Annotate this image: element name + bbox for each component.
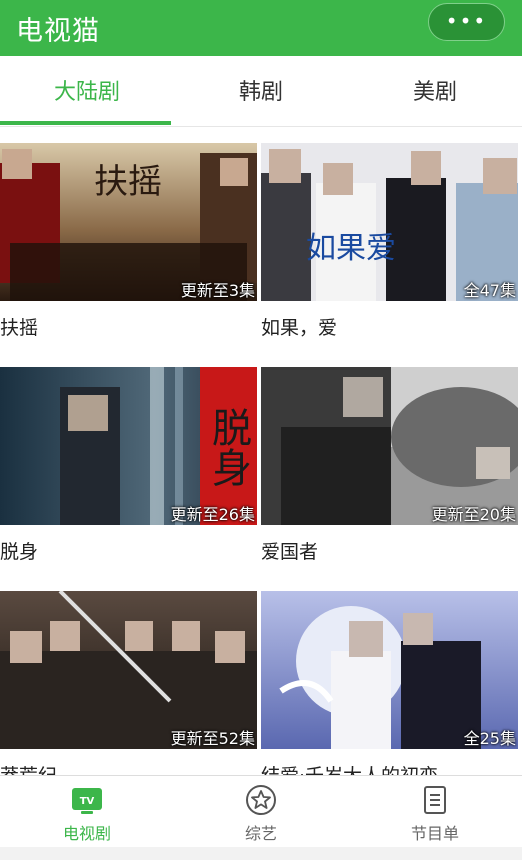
- episode-badge: 全47集: [463, 281, 516, 300]
- nav-variety[interactable]: 综艺: [174, 776, 348, 848]
- episode-badge: 更新至52集: [170, 729, 255, 748]
- top-bar: 电视猫 •••: [0, 0, 522, 56]
- show-poster[interactable]: 脱身 更新至26集: [0, 367, 257, 525]
- show-card[interactable]: 扶摇 更新至3集 扶摇: [0, 143, 257, 339]
- app-title: 电视猫: [16, 16, 100, 47]
- bottom-nav: TV 电视剧 综艺 节目单: [0, 775, 522, 848]
- bottom-strip: [0, 847, 522, 860]
- category-tabs: 大陆剧 韩剧 美剧: [0, 56, 522, 127]
- nav-tv-drama[interactable]: TV 电视剧: [0, 776, 174, 848]
- show-title[interactable]: 脱身: [0, 537, 38, 564]
- show-card[interactable]: 如果爱 全47集 如果，爱: [261, 143, 518, 339]
- list-icon: [424, 786, 446, 814]
- show-card[interactable]: 更新至20集 爱国者: [261, 367, 518, 563]
- poster-title-text: 如果爱: [306, 231, 396, 266]
- show-grid: 扶摇 更新至3集 扶摇 如果爱 全47集 如果，爱 脱身 更新至26集 脱身 更…: [0, 127, 522, 775]
- show-title[interactable]: 爱国者: [261, 537, 318, 564]
- more-options-button[interactable]: •••: [428, 3, 505, 41]
- show-card[interactable]: 全25集 结爱·千岁大人的初恋: [261, 591, 518, 775]
- show-title[interactable]: 莽荒纪: [0, 761, 57, 775]
- more-dots-icon: •••: [445, 9, 488, 33]
- nav-label: 节目单: [410, 824, 459, 843]
- episode-badge: 更新至3集: [180, 281, 255, 300]
- show-title[interactable]: 如果，爱: [261, 313, 337, 340]
- show-card[interactable]: 更新至52集 莽荒纪: [0, 591, 257, 775]
- show-poster[interactable]: 全25集: [261, 591, 518, 749]
- show-title[interactable]: 结爱·千岁大人的初恋: [261, 761, 438, 775]
- show-poster[interactable]: 扶摇 更新至3集: [0, 143, 257, 301]
- tv-icon-label: TV: [80, 796, 95, 807]
- show-card[interactable]: 脱身 更新至26集 脱身: [0, 367, 257, 563]
- poster-title-text: 扶摇: [94, 162, 162, 202]
- star-icon: [246, 785, 276, 815]
- nav-label: 综艺: [244, 824, 277, 843]
- show-poster[interactable]: 如果爱 全47集: [261, 143, 518, 301]
- show-poster[interactable]: 更新至20集: [261, 367, 518, 525]
- episode-badge: 全25集: [463, 729, 516, 748]
- show-title[interactable]: 扶摇: [0, 313, 38, 340]
- show-poster[interactable]: 更新至52集: [0, 591, 257, 749]
- episode-badge: 更新至20集: [431, 505, 516, 524]
- tab-us-drama[interactable]: 美剧: [348, 56, 522, 126]
- nav-label: 电视剧: [62, 824, 111, 843]
- nav-schedule[interactable]: 节目单: [348, 776, 522, 848]
- tv-icon: TV: [72, 788, 102, 814]
- active-tab-indicator: [0, 121, 171, 125]
- poster-title-text: 脱身: [205, 407, 251, 487]
- tab-mainland-drama[interactable]: 大陆剧: [0, 56, 174, 126]
- episode-badge: 更新至26集: [170, 505, 255, 524]
- tab-korean-drama[interactable]: 韩剧: [174, 56, 348, 126]
